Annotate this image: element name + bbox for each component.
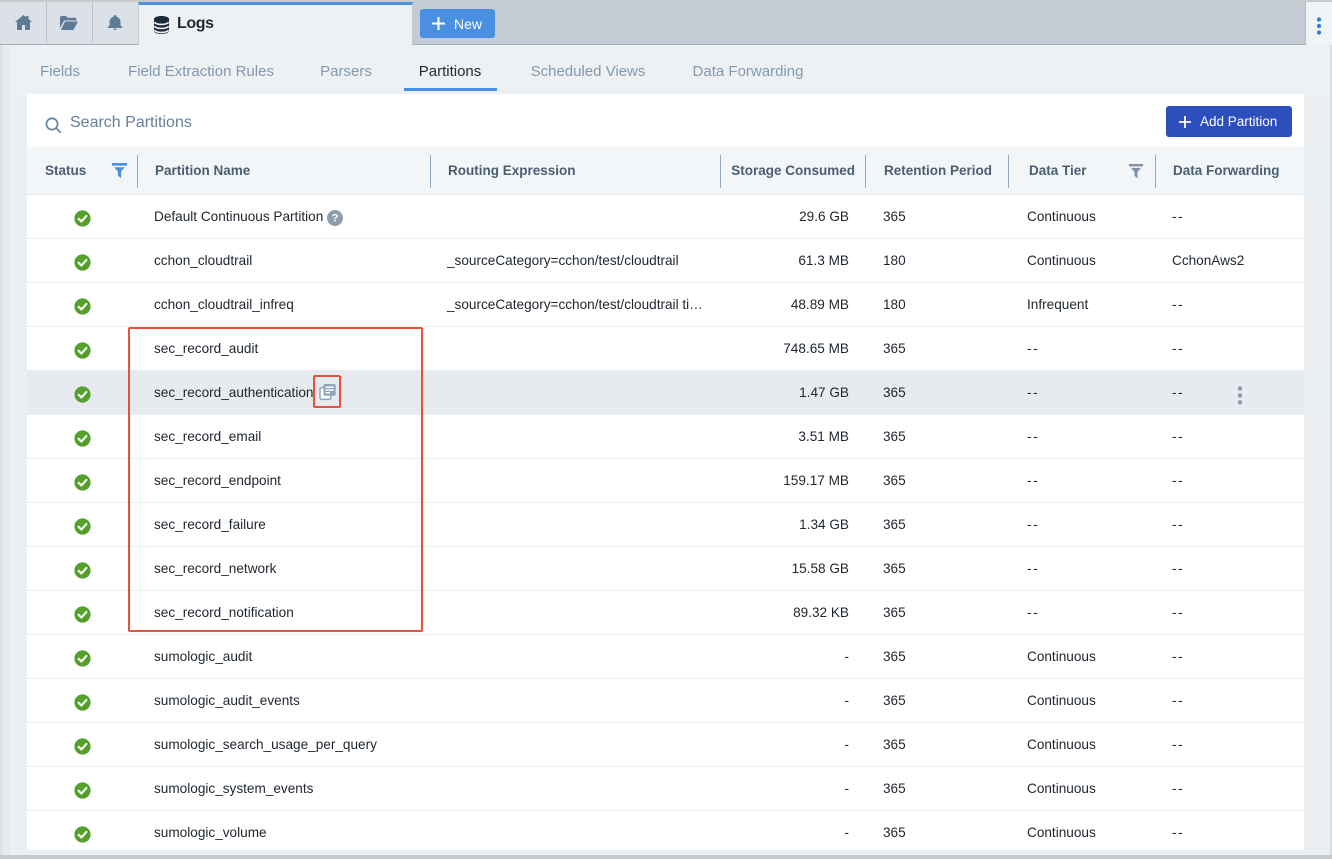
svg-text:?: ? bbox=[332, 213, 339, 225]
